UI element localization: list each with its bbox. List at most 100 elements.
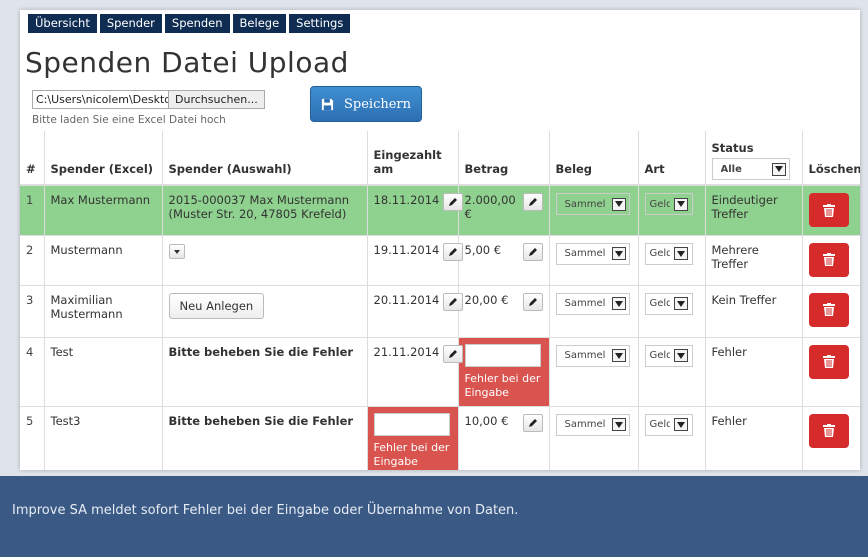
- table-header-row: # Spender (Excel) Spender (Auswahl) Eing…: [20, 131, 860, 186]
- art-value: Geld: [649, 419, 670, 430]
- delete-cell: [802, 235, 860, 286]
- table-row: 5 Test3 Bitte beheben Sie die Fehler Feh…: [20, 406, 860, 470]
- spender-excel: Max Mustermann: [44, 185, 163, 236]
- col-num: #: [20, 131, 45, 186]
- pencil-icon[interactable]: [443, 292, 464, 311]
- art-value: Geld: [649, 248, 670, 259]
- nav-spender[interactable]: Spender: [99, 14, 162, 33]
- pencil-icon[interactable]: [443, 193, 464, 211]
- col-loeschen: Löschen: [802, 131, 860, 186]
- art-cell: Geld: [638, 185, 706, 236]
- row-num: 5: [20, 406, 45, 470]
- betrag-cell: 10,00 €: [458, 406, 550, 470]
- art-cell: Geld: [638, 285, 706, 338]
- date-error-cell: Fehler bei der Eingabe: [367, 406, 459, 470]
- row-num: 3: [20, 285, 45, 338]
- status-cell: Kein Treffer: [705, 285, 803, 338]
- pencil-icon[interactable]: [522, 242, 543, 261]
- col-betrag: Betrag: [458, 131, 550, 186]
- nav-uebersicht[interactable]: Übersicht: [28, 14, 97, 33]
- betrag-cell: 5,00 €: [458, 235, 550, 286]
- delete-button[interactable]: [808, 344, 849, 379]
- pencil-icon[interactable]: [443, 242, 464, 261]
- status-filter-select[interactable]: Alle: [711, 158, 790, 180]
- delete-button[interactable]: [808, 413, 849, 448]
- betrag-value: 10,00 €: [464, 413, 509, 428]
- date-cell: 20.11.2014: [367, 285, 464, 338]
- save-button[interactable]: Speichern: [310, 86, 422, 122]
- file-path-input[interactable]: C:\Users\nicolem\Desktop\S: [33, 91, 168, 108]
- trash-icon: [822, 253, 835, 266]
- date-value: 18.11.2014: [373, 193, 440, 207]
- page-title: Spenden Datei Upload: [25, 46, 349, 79]
- betrag-cell: 2.000,00 €: [458, 185, 550, 236]
- spender-excel: Test: [44, 337, 163, 407]
- art-cell: Geld: [638, 337, 706, 407]
- chevron-down-icon: [673, 247, 688, 260]
- app-frame: Übersicht Spender Spenden Belege Setting…: [20, 10, 860, 470]
- caret-down-button[interactable]: [168, 244, 185, 259]
- art-select[interactable]: Geld: [644, 344, 693, 367]
- pencil-icon[interactable]: [522, 413, 543, 432]
- beleg-cell: Sammel: [549, 406, 639, 470]
- chevron-down-icon: [673, 418, 688, 431]
- col-status: Status Alle: [705, 131, 803, 186]
- nav-settings[interactable]: Settings: [289, 14, 351, 33]
- date-value: 20.11.2014: [373, 292, 440, 307]
- col-beleg: Beleg: [549, 131, 639, 186]
- chevron-down-icon: [611, 349, 626, 362]
- delete-button[interactable]: [808, 242, 849, 277]
- nav-spenden[interactable]: Spenden: [164, 14, 230, 33]
- date-value: 19.11.2014: [373, 242, 440, 257]
- beleg-select[interactable]: Sammel: [555, 193, 630, 215]
- art-select[interactable]: Geld: [644, 292, 693, 315]
- chevron-down-icon: [611, 247, 626, 260]
- delete-button[interactable]: [808, 292, 849, 327]
- trash-icon: [822, 303, 835, 316]
- nav-belege[interactable]: Belege: [232, 14, 287, 33]
- delete-button[interactable]: [808, 193, 849, 227]
- spender-auswahl: Neu Anlegen: [162, 285, 368, 338]
- row-num: 4: [20, 337, 45, 407]
- art-select[interactable]: Geld: [644, 413, 693, 436]
- art-select[interactable]: Geld: [644, 193, 693, 215]
- new-donor-button[interactable]: Neu Anlegen: [168, 292, 265, 319]
- trash-icon: [822, 424, 835, 437]
- col-spender-excel: Spender (Excel): [44, 131, 163, 186]
- beleg-cell: Sammel: [549, 235, 639, 286]
- beleg-select[interactable]: Sammel: [555, 242, 630, 265]
- status-cell: Eindeutiger Treffer: [705, 185, 803, 236]
- spender-auswahl-line1: 2015-000037 Max Mustermann: [168, 193, 350, 207]
- betrag-input[interactable]: [464, 343, 541, 367]
- beleg-value: Sammel: [564, 298, 606, 309]
- date-cell: 19.11.2014: [367, 235, 464, 286]
- art-value: Geld: [649, 298, 670, 309]
- browse-button[interactable]: Durchsuchen...: [168, 91, 264, 108]
- spender-excel: Test3: [44, 406, 163, 470]
- date-input[interactable]: [373, 412, 450, 436]
- beleg-select[interactable]: Sammel: [555, 344, 630, 367]
- beleg-cell: Sammel: [549, 185, 639, 236]
- date-cell: 18.11.2014: [367, 185, 464, 236]
- chevron-down-icon: [673, 197, 688, 211]
- beleg-select[interactable]: Sammel: [555, 413, 630, 436]
- table-row: 4 Test Bitte beheben Sie die Fehler 21.1…: [20, 337, 860, 407]
- chevron-down-icon: [771, 162, 786, 176]
- chevron-down-icon: [611, 297, 626, 310]
- pencil-icon[interactable]: [522, 193, 543, 211]
- art-select[interactable]: Geld: [644, 242, 693, 265]
- betrag-value: 2.000,00 €: [464, 193, 516, 221]
- pencil-icon[interactable]: [522, 292, 543, 311]
- table-row: 3 Maximilian Mustermann Neu Anlegen 20.1…: [20, 285, 860, 338]
- betrag-error-cell: Fehler bei der Eingabe: [458, 337, 550, 407]
- beleg-select[interactable]: Sammel: [555, 292, 630, 315]
- pencil-icon[interactable]: [443, 344, 464, 363]
- beleg-value: Sammel: [564, 350, 606, 361]
- date-value: 21.11.2014: [373, 344, 440, 359]
- spender-auswahl-error: Bitte beheben Sie die Fehler: [162, 406, 368, 470]
- spender-excel: Mustermann: [44, 235, 163, 286]
- table-row: 1 Max Mustermann 2015-000037 Max Musterm…: [20, 185, 860, 236]
- col-status-label: Status: [711, 141, 754, 155]
- delete-cell: [802, 337, 860, 407]
- error-message: Fehler bei der Eingabe: [373, 440, 450, 468]
